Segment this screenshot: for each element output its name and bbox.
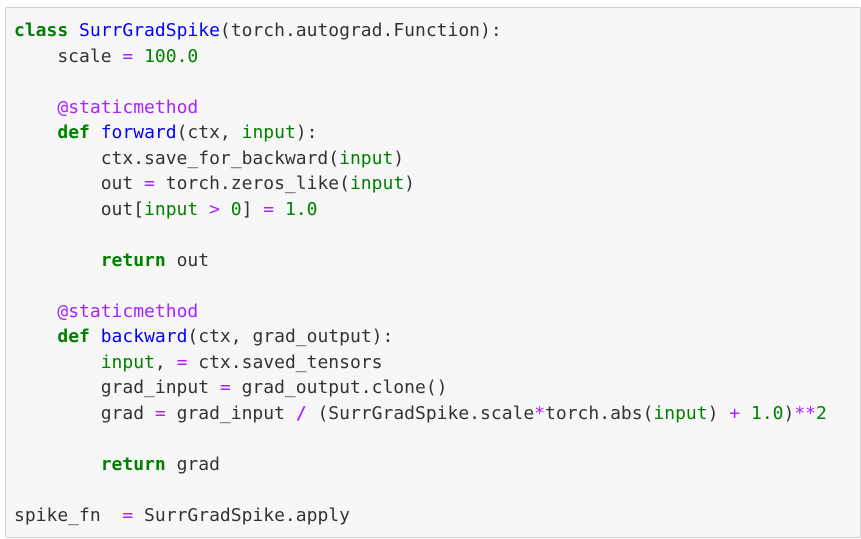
code-token: torch.abs( (545, 402, 654, 424)
code-token: @staticmethod (57, 300, 199, 322)
code-token: ) (404, 173, 415, 194)
code-token: 2 (816, 402, 827, 424)
code-token: + (729, 402, 741, 424)
code-token: return (100, 249, 166, 271)
code-token: grad (165, 453, 220, 475)
code-token: (SurrGradSpike.scale (306, 402, 535, 424)
code-token: scale (14, 45, 123, 67)
code-token: = (219, 377, 231, 398)
code-line: spike_fn = SurrGradSpike.apply (14, 503, 827, 529)
code-line: grad = grad_input / (SurrGradSpike.scale… (14, 401, 827, 427)
code-token: = (263, 198, 275, 220)
code-token: input (349, 173, 405, 194)
code-line: ​ (14, 222, 827, 248)
code-token: out (165, 249, 210, 271)
code-token: > (209, 198, 220, 220)
code-line: out = torch.zeros_like(input) (14, 171, 827, 197)
code-token: / (295, 402, 307, 424)
code-token: input (100, 351, 155, 373)
code-line: ​ (14, 273, 827, 299)
code-token: def (57, 122, 90, 143)
code-token: grad_output.clone() (230, 377, 448, 398)
code-token: input (653, 402, 708, 424)
code-line: @staticmethod (14, 299, 827, 325)
code-token: ): (295, 122, 318, 143)
code-token: @staticmethod (57, 96, 199, 118)
code-token: (torch.autograd.Function): (219, 20, 502, 41)
code-line: ​ (14, 426, 827, 452)
code-line: return out (14, 248, 827, 274)
code-token: out[ (14, 198, 145, 220)
code-token: ) (783, 402, 795, 424)
code-line: ​ (14, 477, 827, 503)
code-token: out (14, 173, 145, 194)
code-token: = (122, 504, 134, 526)
code-line: class SurrGradSpike(torch.autograd.Funct… (14, 18, 827, 44)
code-line: ​ (14, 69, 827, 95)
code-token: SurrGradSpike (79, 20, 220, 41)
code-token: 0 (230, 198, 242, 220)
code-token: ** (794, 402, 817, 424)
code-token: (ctx, (176, 122, 242, 143)
code-token: grad (14, 402, 155, 424)
code-token: * (534, 402, 546, 424)
code-token: ] (241, 198, 264, 220)
code-token: 1.0 (284, 198, 318, 220)
code-token: input (144, 198, 199, 220)
code-token: = (176, 351, 188, 373)
code-token: def (57, 326, 90, 347)
code-line: def forward(ctx, input): (14, 120, 827, 146)
code-token: grad_input (165, 402, 296, 424)
code-token: input (241, 122, 296, 143)
code-token: grad_input (14, 377, 220, 398)
code-token: spike_fn (14, 504, 123, 526)
code-token: forward (100, 122, 177, 143)
code-line: input, = ctx.saved_tensors (14, 350, 827, 376)
code-token: = (154, 402, 166, 424)
code-token: SurrGradSpike.apply (133, 504, 350, 526)
code-line: def backward(ctx, grad_output): (14, 324, 827, 350)
code-token: return (100, 453, 166, 475)
code-token: class (14, 20, 69, 41)
code-token: , (154, 351, 177, 373)
code-line: out[input > 0] = 1.0 (14, 197, 827, 223)
code-line: @staticmethod (14, 95, 827, 121)
code-token: 100.0 (144, 45, 199, 67)
code-token: ) (707, 402, 730, 424)
code-token: input (339, 147, 394, 169)
code-token: 1.0 (750, 402, 784, 424)
code-token: ctx.saved_tensors (187, 351, 383, 373)
code-token: = (144, 173, 155, 194)
code-token: ctx.save_for_backward( (14, 147, 340, 169)
code-token: torch.zeros_like( (154, 173, 350, 194)
code-token: (ctx, grad_output): (187, 326, 394, 347)
code-token: ) (393, 147, 405, 169)
code-token: = (122, 45, 134, 67)
code-cell[interactable]: class SurrGradSpike(torch.autograd.Funct… (5, 7, 861, 538)
code-line: scale = 100.0 (14, 44, 827, 70)
code-line: return grad (14, 452, 827, 478)
code-editor[interactable]: class SurrGradSpike(torch.autograd.Funct… (14, 18, 827, 528)
code-token: backward (100, 326, 188, 347)
code-line: ctx.save_for_backward(input) (14, 146, 827, 172)
code-line: grad_input = grad_output.clone() (14, 375, 827, 401)
